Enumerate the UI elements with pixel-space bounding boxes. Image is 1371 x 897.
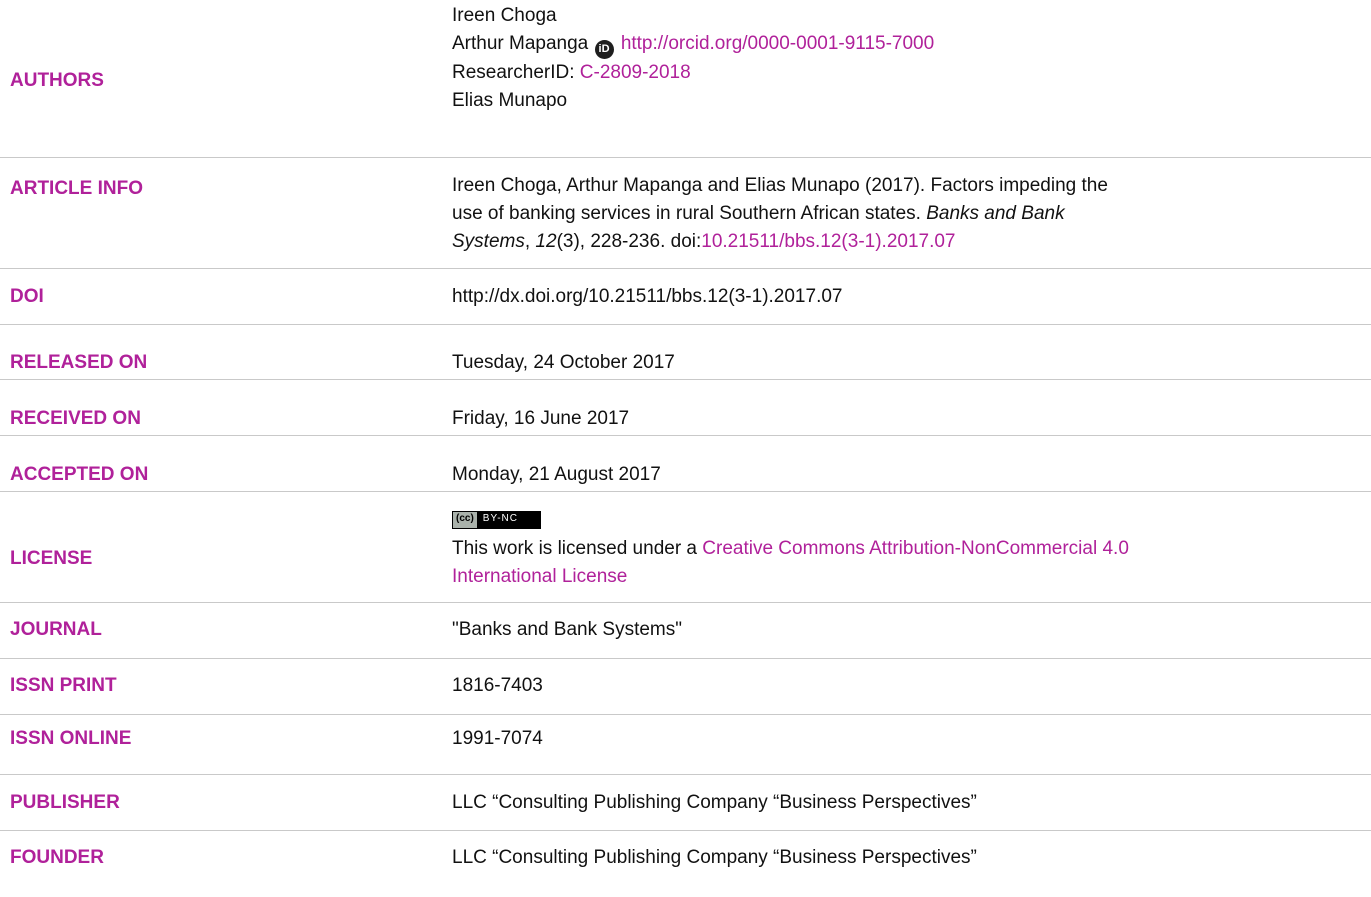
article-info-value: Ireen Choga, Arthur Mapanga and Elias Mu… bbox=[452, 175, 1108, 252]
author-name: Elias Munapo bbox=[452, 90, 568, 111]
volume-italic: 12 bbox=[535, 231, 557, 252]
received-on-label: RECEIVED ON bbox=[10, 408, 141, 429]
researcherid-link[interactable]: C-2809-2018 bbox=[580, 62, 691, 83]
row-authors: AUTHORS Ireen Choga Arthur Mapanga iD ht… bbox=[0, 0, 1371, 158]
row-publisher: PUBLISHER LLC “Consulting Publishing Com… bbox=[0, 775, 1371, 831]
researcherid-label: ResearcherID: bbox=[452, 62, 575, 83]
publisher-value: LLC “Consulting Publishing Company “Busi… bbox=[452, 792, 977, 813]
issn-online-value: 1991-7074 bbox=[452, 728, 543, 749]
article-info-label: ARTICLE INFO bbox=[10, 178, 143, 199]
row-received-on: RECEIVED ON Friday, 16 June 2017 bbox=[0, 380, 1371, 436]
accepted-on-label: ACCEPTED ON bbox=[10, 464, 149, 485]
row-issn-online: ISSN ONLINE 1991-7074 bbox=[0, 715, 1371, 775]
released-on-value: Tuesday, 24 October 2017 bbox=[452, 352, 675, 373]
row-founder: FOUNDER LLC “Consulting Publishing Compa… bbox=[0, 831, 1371, 897]
author-name: Ireen Choga bbox=[452, 5, 557, 26]
license-value: (cc) BY-NC This work is licensed under a… bbox=[452, 511, 1129, 587]
founder-label: FOUNDER bbox=[10, 847, 104, 868]
released-on-label: RELEASED ON bbox=[10, 352, 148, 373]
row-accepted-on: ACCEPTED ON Monday, 21 August 2017 bbox=[0, 436, 1371, 492]
issn-online-label: ISSN ONLINE bbox=[10, 728, 132, 749]
by-nc-icon: BY-NC bbox=[476, 512, 540, 528]
journal-title-italic: Banks and Bank bbox=[926, 203, 1065, 224]
row-license: LICENSE (cc) BY-NC This work is licensed… bbox=[0, 492, 1371, 603]
issn-print-label: ISSN PRINT bbox=[10, 675, 117, 696]
journal-value: "Banks and Bank Systems" bbox=[452, 619, 682, 640]
row-released-on: RELEASED ON Tuesday, 24 October 2017 bbox=[0, 325, 1371, 380]
publisher-label: PUBLISHER bbox=[10, 792, 120, 813]
issn-print-value: 1816-7403 bbox=[452, 675, 543, 696]
doi-label: DOI bbox=[10, 286, 44, 307]
doi-link[interactable]: 10.21511/bbs.12(3-1).2017.07 bbox=[701, 231, 955, 252]
license-link-continued[interactable]: International License bbox=[452, 566, 627, 587]
row-article-info: ARTICLE INFO Ireen Choga, Arthur Mapanga… bbox=[0, 158, 1371, 269]
license-link[interactable]: Creative Commons Attribution-NonCommerci… bbox=[702, 538, 1129, 559]
doi-value: http://dx.doi.org/10.21511/bbs.12(3-1).2… bbox=[452, 286, 843, 307]
author-name: Arthur Mapanga bbox=[452, 33, 589, 54]
row-journal: JOURNAL "Banks and Bank Systems" bbox=[0, 603, 1371, 659]
authors-label: AUTHORS bbox=[10, 70, 104, 91]
authors-value: Ireen Choga Arthur Mapanga iD http://orc… bbox=[452, 2, 1371, 115]
received-on-value: Friday, 16 June 2017 bbox=[452, 408, 630, 429]
founder-value: LLC “Consulting Publishing Company “Busi… bbox=[452, 847, 977, 868]
row-issn-print: ISSN PRINT 1816-7403 bbox=[0, 659, 1371, 715]
row-doi: DOI http://dx.doi.org/10.21511/bbs.12(3-… bbox=[0, 269, 1371, 325]
journal-label: JOURNAL bbox=[10, 619, 102, 640]
cc-license-badge[interactable]: (cc) BY-NC bbox=[452, 511, 541, 529]
license-label: LICENSE bbox=[10, 548, 93, 569]
orcid-icon[interactable]: iD bbox=[594, 40, 614, 59]
cc-icon: (cc) bbox=[453, 512, 477, 528]
orcid-link[interactable]: http://orcid.org/0000-0001-9115-7000 bbox=[621, 33, 934, 54]
accepted-on-value: Monday, 21 August 2017 bbox=[452, 464, 661, 485]
